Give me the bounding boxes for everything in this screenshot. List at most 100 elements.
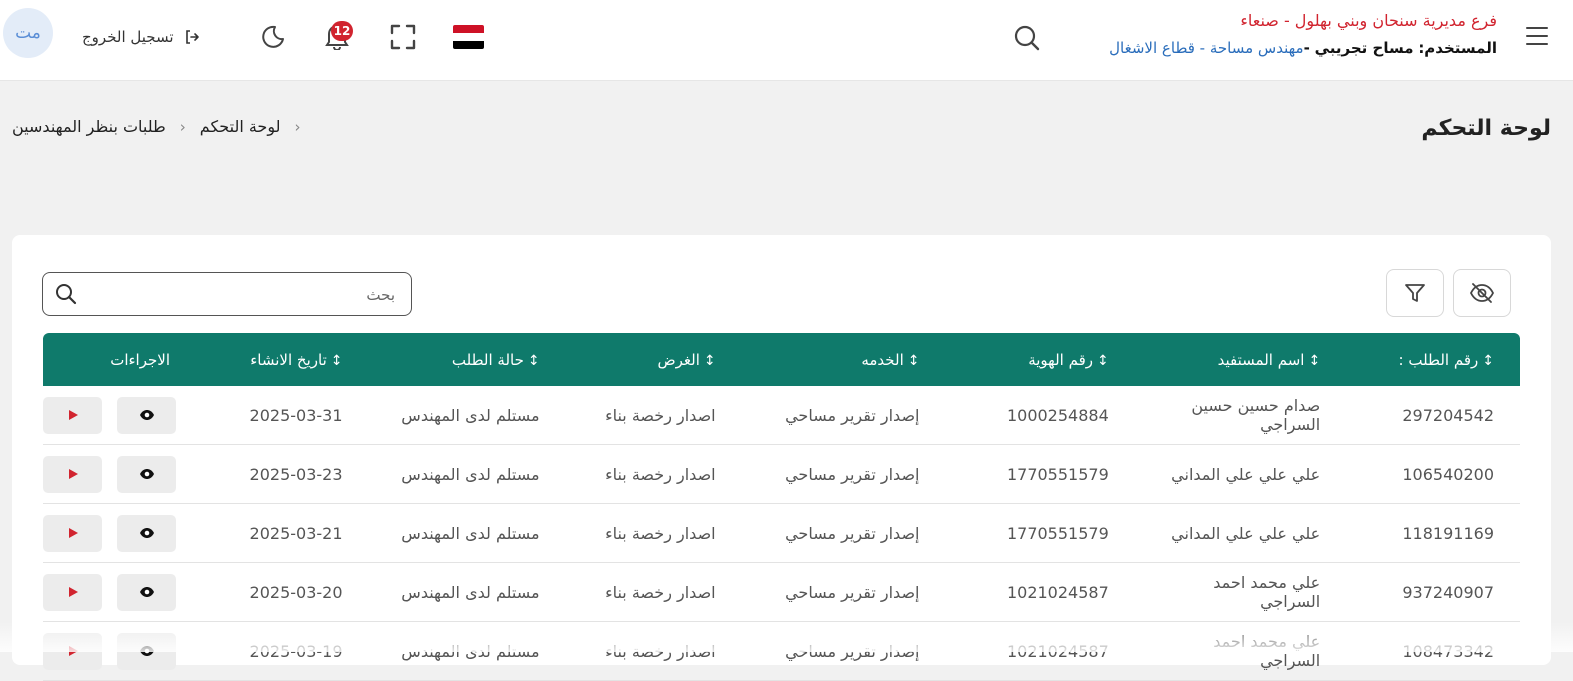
column-header[interactable]: ↕حالة الطلب: [383, 333, 580, 386]
play-icon: [68, 410, 78, 420]
request-number-cell: 108473342: [1356, 621, 1520, 681]
request-status-cell: مستلم لدى المهندس: [382, 444, 580, 504]
id-number-cell: 1021024587: [959, 562, 1149, 622]
table-row: 937240907 علي محمد احمد السراجي 1021024587…: [43, 562, 1520, 622]
column-header[interactable]: ↕رقم الطلب :: [1356, 333, 1520, 386]
fullscreen-icon[interactable]: [390, 24, 416, 50]
dark-mode-moon-icon[interactable]: [260, 24, 286, 50]
filter-button[interactable]: [1386, 269, 1444, 317]
eye-icon: [139, 410, 154, 420]
process-button[interactable]: [43, 573, 102, 611]
breadcrumb: ‹ لوحة التحكم ‹ طلبات بنظر المهندسين: [12, 117, 300, 136]
view-button[interactable]: [117, 455, 176, 493]
notifications-badge: 12: [331, 21, 353, 41]
language-flag-icon[interactable]: [453, 25, 484, 49]
page-title: لوحة التحكم: [1421, 116, 1551, 141]
created-date-cell: 2025-03-19: [210, 621, 383, 681]
search-icon[interactable]: [55, 283, 77, 305]
column-header[interactable]: ↕تاريخ الانشاء: [210, 333, 383, 386]
search-icon[interactable]: [1013, 24, 1041, 52]
purpose-cell: اصدار رخصة بناء: [579, 503, 756, 563]
logout-label: تسجيل الخروج: [82, 28, 174, 46]
breadcrumb-home[interactable]: لوحة التحكم: [200, 117, 281, 136]
requests-table: ↕رقم الطلب : ↕اسم المستفيد ↕رقم الهوية ↕…: [43, 333, 1520, 681]
created-date-cell: 2025-03-21: [210, 503, 383, 563]
eye-icon: [139, 646, 154, 656]
sort-icon: ↕: [703, 352, 716, 369]
chevron-left-icon: ‹: [179, 117, 186, 136]
request-status-cell: مستلم لدى المهندس: [382, 386, 580, 445]
user-label: المستخدم:: [1418, 39, 1497, 57]
play-icon: [68, 587, 78, 597]
actions-cell: [43, 386, 210, 445]
request-number-cell: 937240907: [1356, 562, 1520, 622]
play-icon: [68, 528, 78, 538]
filter-icon: [1405, 284, 1425, 302]
column-header-actions: الاجراءات: [110, 350, 170, 369]
id-number-cell: 1770551579: [959, 444, 1149, 504]
table-row: 297204542 صدام حسين حسين السراجي 100025488…: [43, 386, 1520, 445]
id-number-cell: 1000254884: [959, 386, 1149, 445]
purpose-cell: اصدار رخصة بناء: [579, 444, 756, 504]
sort-icon: ↕: [1482, 352, 1494, 369]
service-cell: إصدار تقرير مساحي: [755, 386, 960, 445]
sort-icon: ↕: [330, 352, 343, 369]
toggle-columns-button[interactable]: [1453, 269, 1511, 317]
eye-icon: [139, 528, 154, 538]
user-name: مساح تجريبي: [1314, 39, 1414, 57]
logout-icon: [185, 30, 199, 44]
menu-icon[interactable]: [1526, 27, 1548, 45]
top-bar: فرع مديرية سنحان وبني بهلول - صنعاء المس…: [0, 0, 1573, 81]
view-button[interactable]: [117, 632, 176, 670]
column-header[interactable]: ↕رقم الهوية: [959, 333, 1148, 386]
sort-icon: ↕: [1097, 352, 1109, 369]
breadcrumb-current: طلبات بنظر المهندسين: [12, 117, 166, 136]
branch-name: فرع مديرية سنحان وبني بهلول - صنعاء: [1240, 11, 1497, 30]
beneficiary-name-cell: علي علي علي المداني: [1148, 444, 1357, 504]
user-role: مهندس مساحة - قطاع الاشغال: [1109, 39, 1304, 57]
actions-cell: [43, 503, 210, 563]
request-status-cell: مستلم لدى المهندس: [382, 503, 580, 563]
view-button[interactable]: [117, 514, 176, 552]
user-info: المستخدم: مساح تجريبي -مهندس مساحة - قطا…: [1109, 39, 1497, 57]
logout-button[interactable]: تسجيل الخروج: [82, 26, 200, 48]
request-status-cell: مستلم لدى المهندس: [382, 621, 580, 681]
process-button[interactable]: [43, 455, 102, 493]
eye-off-icon: [1469, 283, 1495, 303]
search-input[interactable]: [91, 273, 397, 317]
service-cell: إصدار تقرير مساحي: [755, 444, 960, 504]
search-box: [42, 272, 412, 317]
column-header[interactable]: ↕الخدمه: [756, 333, 960, 386]
beneficiary-name-cell: صدام حسين حسين السراجي: [1148, 386, 1357, 445]
process-button[interactable]: [43, 632, 102, 670]
service-cell: إصدار تقرير مساحي: [755, 621, 960, 681]
beneficiary-name-cell: علي علي علي المداني: [1148, 503, 1357, 563]
request-number-cell: 118191169: [1356, 503, 1520, 563]
service-cell: إصدار تقرير مساحي: [755, 562, 960, 622]
table-row: 108473342 علي محمد احمد السراجي 1021024587…: [43, 621, 1520, 681]
actions-cell: [43, 621, 210, 681]
beneficiary-name-cell: علي محمد احمد السراجي: [1148, 562, 1357, 622]
view-button[interactable]: [117, 396, 176, 434]
view-button[interactable]: [117, 573, 176, 611]
play-icon: [68, 646, 78, 656]
process-button[interactable]: [43, 396, 102, 434]
service-cell: إصدار تقرير مساحي: [755, 503, 960, 563]
purpose-cell: اصدار رخصة بناء: [579, 621, 756, 681]
sort-icon: ↕: [527, 352, 540, 369]
column-header[interactable]: ↕اسم المستفيد: [1149, 333, 1356, 386]
created-date-cell: 2025-03-23: [210, 444, 383, 504]
request-number-cell: 106540200: [1356, 444, 1520, 504]
column-header[interactable]: ↕الغرض: [580, 333, 756, 386]
table-header-row: ↕رقم الطلب : ↕اسم المستفيد ↕رقم الهوية ↕…: [43, 333, 1520, 386]
purpose-cell: اصدار رخصة بناء: [579, 562, 756, 622]
actions-cell: [43, 444, 210, 504]
avatar[interactable]: مت: [3, 8, 53, 58]
table-row: 106540200 علي علي علي المداني 1770551579 إص…: [43, 444, 1520, 504]
table-row: 118191169 علي علي علي المداني 1770551579 إص…: [43, 503, 1520, 563]
beneficiary-name-cell: علي محمد احمد السراجي: [1148, 621, 1357, 681]
eye-icon: [139, 587, 154, 597]
actions-cell: [43, 562, 210, 622]
process-button[interactable]: [43, 514, 102, 552]
created-date-cell: 2025-03-20: [210, 562, 383, 622]
